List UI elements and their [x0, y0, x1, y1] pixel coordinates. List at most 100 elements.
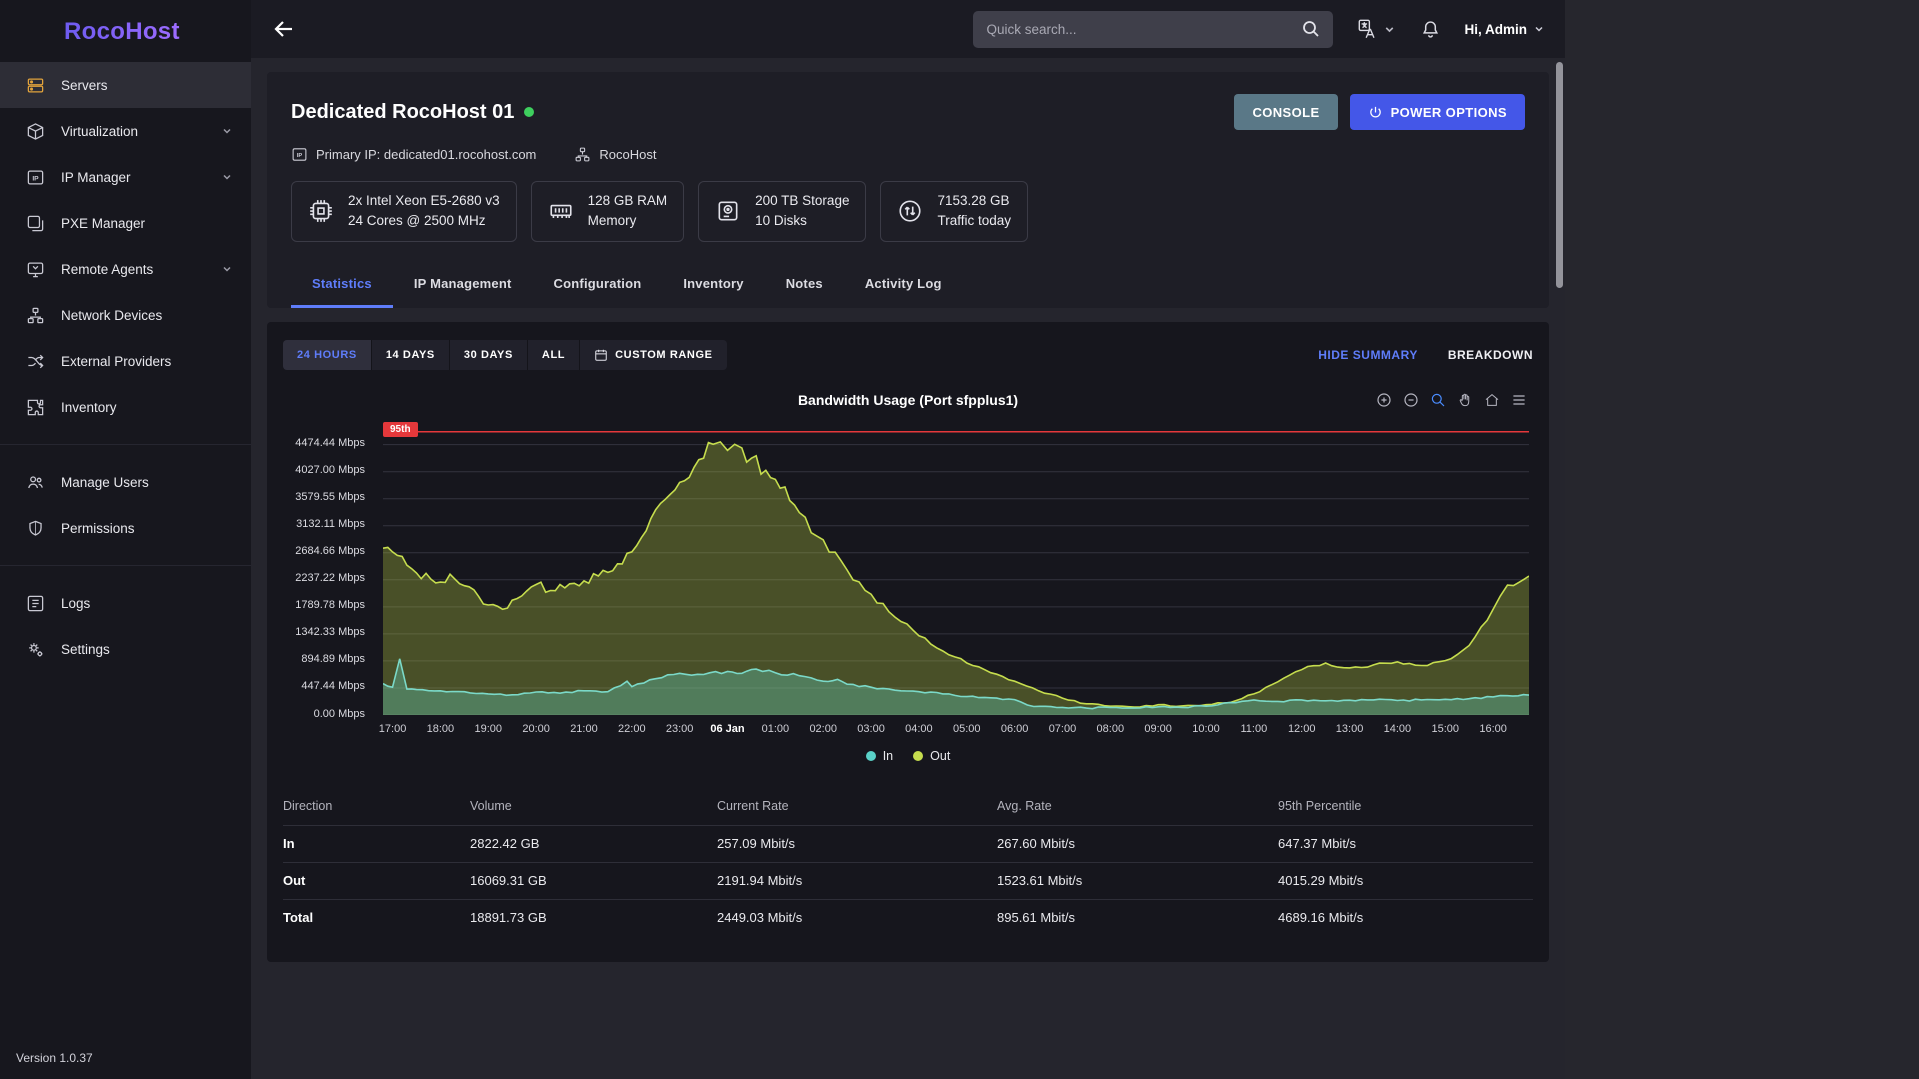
- statistics-panel: 24 HOURS 14 DAYS 30 DAYS ALL CUSTOM RANG…: [267, 322, 1549, 962]
- search-input[interactable]: [973, 11, 1333, 48]
- legend-dot: [913, 751, 923, 761]
- user-menu[interactable]: Hi, Admin: [1465, 22, 1546, 37]
- sidebar-item-pxe-manager[interactable]: PXE Manager: [0, 200, 251, 246]
- spec-card-cpu: 2x Intel Xeon E5-2680 v3 24 Cores @ 2500…: [291, 181, 517, 242]
- sidebar-item-label: Manage Users: [61, 475, 149, 490]
- x-axis-label: 20:00: [522, 723, 550, 735]
- servers-icon: [25, 75, 45, 95]
- ip-icon: IP: [291, 146, 308, 163]
- tab-inventory[interactable]: Inventory: [662, 262, 764, 308]
- spec-card-traffic: 7153.28 GB Traffic today: [880, 181, 1028, 242]
- back-button[interactable]: [267, 12, 301, 46]
- x-axis-label: 14:00: [1384, 723, 1412, 735]
- sidebar-item-remote-agents[interactable]: Remote Agents: [0, 246, 251, 292]
- y-axis-label: 1342.33 Mbps: [295, 626, 365, 638]
- spec-line2: Traffic today: [937, 211, 1011, 231]
- bell-icon: [1420, 19, 1441, 40]
- spec-line1: 2x Intel Xeon E5-2680 v3: [348, 191, 500, 211]
- sidebar-item-servers[interactable]: Servers: [0, 62, 251, 108]
- network-devices-icon: [25, 305, 45, 325]
- chevron-down-icon: [221, 171, 233, 183]
- table-header-row: Direction Volume Current Rate Avg. Rate …: [283, 791, 1533, 825]
- x-axis-label: 18:00: [427, 723, 455, 735]
- spec-line2: Memory: [588, 211, 668, 231]
- tab-ip-management[interactable]: IP Management: [393, 262, 533, 308]
- sidebar-item-ip-manager[interactable]: IP IP Manager: [0, 154, 251, 200]
- sidebar-item-external-providers[interactable]: External Providers: [0, 338, 251, 384]
- page-scrollbar[interactable]: [1556, 62, 1563, 288]
- search-icon[interactable]: [1301, 19, 1321, 39]
- settings-icon: [25, 639, 45, 659]
- sidebar: RocoHost Servers Virtualization IP IP Ma…: [0, 0, 251, 1079]
- zoom-in-icon[interactable]: [1376, 392, 1392, 408]
- sidebar-divider: [0, 565, 251, 566]
- range-custom[interactable]: CUSTOM RANGE: [580, 340, 726, 370]
- app-version: Version 1.0.37: [16, 1051, 93, 1065]
- sidebar-item-manage-users[interactable]: Manage Users: [0, 459, 251, 505]
- svg-text:IP: IP: [32, 175, 39, 182]
- x-axis-label: 15:00: [1431, 723, 1459, 735]
- legend-item-in[interactable]: In: [866, 749, 893, 763]
- tab-configuration[interactable]: Configuration: [533, 262, 663, 308]
- range-30-days[interactable]: 30 DAYS: [450, 340, 528, 370]
- sidebar-item-inventory[interactable]: Inventory: [0, 384, 251, 430]
- x-axis-label: 12:00: [1288, 723, 1316, 735]
- tab-activity-log[interactable]: Activity Log: [844, 262, 963, 308]
- series-area-out: [383, 441, 1529, 714]
- bandwidth-chart[interactable]: 0.00 Mbps447.44 Mbps894.89 Mbps1342.33 M…: [283, 428, 1533, 763]
- server-tabs: Statistics IP Management Configuration I…: [291, 262, 1525, 308]
- breakdown-link[interactable]: BREAKDOWN: [1448, 348, 1533, 362]
- brand-logo[interactable]: RocoHost: [0, 0, 251, 62]
- sidebar-item-permissions[interactable]: Permissions: [0, 505, 251, 551]
- ram-icon: [548, 198, 574, 224]
- y-axis-label: 2684.66 Mbps: [295, 545, 365, 557]
- chart-legend: In Out: [283, 749, 1533, 763]
- console-button[interactable]: CONSOLE: [1234, 94, 1337, 130]
- viewport: Hi, Admin Dedicated RocoHost 01 CONSOLE …: [251, 0, 1565, 1079]
- primary-ip: IP Primary IP: dedicated01.rocohost.com: [291, 146, 536, 163]
- sidebar-item-label: External Providers: [61, 354, 171, 369]
- sidebar-item-label: PXE Manager: [61, 216, 145, 231]
- x-axis-label: 16:00: [1479, 723, 1507, 735]
- sidebar-item-label: Network Devices: [61, 308, 162, 323]
- topbar: Hi, Admin: [251, 0, 1565, 58]
- plot-area[interactable]: 95th: [383, 428, 1529, 715]
- disk-icon: [715, 198, 741, 224]
- sidebar-item-network-devices[interactable]: Network Devices: [0, 292, 251, 338]
- sidebar-item-settings[interactable]: Settings: [0, 626, 251, 672]
- hide-summary-link[interactable]: HIDE SUMMARY: [1318, 348, 1418, 362]
- y-axis-label: 447.44 Mbps: [301, 680, 365, 692]
- range-all[interactable]: ALL: [528, 340, 580, 370]
- logs-icon: [25, 593, 45, 613]
- x-axis-label: 01:00: [762, 723, 790, 735]
- pan-icon[interactable]: [1457, 392, 1473, 408]
- sidebar-item-label: Virtualization: [61, 124, 138, 139]
- range-14-days[interactable]: 14 DAYS: [372, 340, 450, 370]
- home-icon[interactable]: [1484, 392, 1500, 408]
- manage-users-icon: [25, 472, 45, 492]
- tab-statistics[interactable]: Statistics: [291, 262, 393, 308]
- x-axis-label: 10:00: [1192, 723, 1220, 735]
- selection-zoom-icon[interactable]: [1430, 392, 1446, 408]
- y-axis-label: 2237.22 Mbps: [295, 572, 365, 584]
- y-axis-label: 0.00 Mbps: [314, 708, 365, 720]
- language-selector[interactable]: [1357, 18, 1396, 40]
- legend-item-out[interactable]: Out: [913, 749, 950, 763]
- page-title: Dedicated RocoHost 01: [291, 101, 514, 124]
- zoom-out-icon[interactable]: [1403, 392, 1419, 408]
- y-axis-label: 4027.00 Mbps: [295, 464, 365, 476]
- x-axis-label: 23:00: [666, 723, 694, 735]
- sidebar-item-virtualization[interactable]: Virtualization: [0, 108, 251, 154]
- sidebar-item-logs[interactable]: Logs: [0, 580, 251, 626]
- external-providers-icon: [25, 351, 45, 371]
- x-axis: 17:0018:0019:0020:0021:0022:0023:0006 Ja…: [383, 723, 1529, 739]
- spec-line2: 10 Disks: [755, 211, 849, 231]
- inventory-icon: [25, 397, 45, 417]
- tab-notes[interactable]: Notes: [765, 262, 844, 308]
- col-95th: 95th Percentile: [1278, 799, 1533, 813]
- power-options-button[interactable]: POWER OPTIONS: [1350, 94, 1525, 130]
- range-24-hours[interactable]: 24 HOURS: [283, 340, 372, 370]
- menu-icon[interactable]: [1511, 392, 1527, 408]
- notifications-button[interactable]: [1420, 19, 1441, 40]
- col-current-rate: Current Rate: [717, 799, 997, 813]
